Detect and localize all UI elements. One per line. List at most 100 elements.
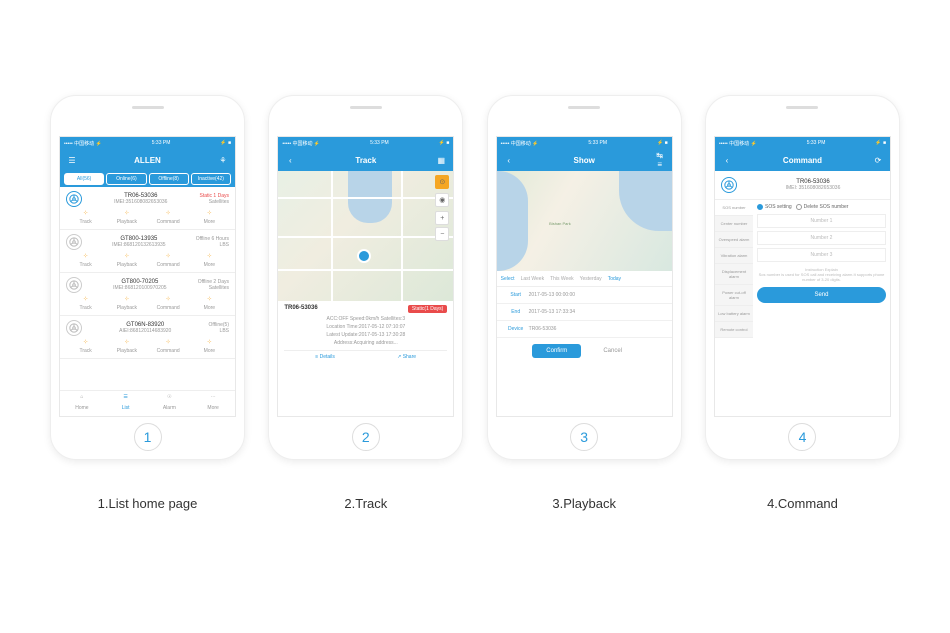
home-button[interactable]: 2 — [352, 423, 380, 451]
steering-wheel-icon — [66, 234, 82, 250]
radio-delete-sos[interactable]: Delete SOS number — [796, 204, 849, 210]
nav-title: Show — [573, 156, 594, 165]
share-button[interactable]: ↗ Share — [366, 354, 448, 360]
side-item[interactable]: Vibration alarm — [715, 248, 753, 264]
back-icon[interactable]: ‹ — [284, 154, 296, 166]
screen-2: ••••• 中国移动 ⚡5:33 PM⚡ ■ ‹ Track ▦ ⊙ ◉ + −… — [277, 136, 454, 417]
action-track[interactable]: ⊹Track — [66, 253, 105, 268]
input-number-2[interactable]: Number 2 — [757, 231, 886, 245]
bnav-list[interactable]: ☰List — [104, 391, 148, 416]
action-more[interactable]: ⊹More — [190, 253, 229, 268]
device-list: TR06-53036IMEI:351608082653036Static 1 D… — [60, 187, 235, 359]
map-view-icon[interactable]: ◉ — [435, 193, 449, 207]
device-card[interactable]: TR06-53036IMEI:351608082653036Static 1 D… — [60, 187, 235, 230]
layer-icon[interactable]: ▦ — [435, 154, 447, 166]
input-number-1[interactable]: Number 1 — [757, 214, 886, 228]
back-icon[interactable]: ‹ — [503, 154, 515, 166]
radio-row: SOS setting Delete SOS number — [757, 204, 886, 210]
action-icon[interactable]: ↹ ≡ — [654, 154, 666, 166]
seg-today[interactable]: Today — [608, 276, 621, 282]
action-playback[interactable]: ⊹Playback — [107, 253, 146, 268]
action-command[interactable]: ⊹Command — [149, 210, 188, 225]
command-body: SOS numberCenter numberOverspeed alarmVi… — [715, 200, 890, 338]
caption-1: 1.List home page — [50, 496, 245, 511]
tab-inactive[interactable]: Inactive(42) — [191, 173, 231, 185]
device-card[interactable]: GT06N-83920AIEI:868120114683920Offline(5… — [60, 316, 235, 359]
nav-bar: ‹ Command ⟳ — [715, 149, 890, 171]
device-card[interactable]: GT800-13935IMEI:868120132613935Offline 6… — [60, 230, 235, 273]
device-title: TR06-53036 — [284, 305, 317, 313]
seg-select[interactable]: Select — [501, 276, 515, 282]
action-command[interactable]: ⊹Command — [149, 253, 188, 268]
side-item[interactable]: SOS number — [715, 200, 753, 216]
action-track[interactable]: ⊹Track — [66, 210, 105, 225]
device-card[interactable]: GT800-70205IMEI:868120100970205Offline 2… — [60, 273, 235, 316]
bnav-home[interactable]: ⌂Home — [60, 391, 104, 416]
tab-offline[interactable]: Offline(8) — [149, 173, 189, 185]
bnav-alarm[interactable]: ☉Alarm — [148, 391, 192, 416]
bnav-more[interactable]: ⋯More — [191, 391, 235, 416]
screen-1: ••••• 中国移动 ⚡5:33 PM⚡ ■ ☰ ALLEN ⚘ All(56)… — [59, 136, 236, 417]
map-zoom-in[interactable]: + — [435, 211, 449, 225]
steering-wheel-icon — [721, 177, 737, 193]
home-button[interactable]: 4 — [788, 423, 816, 451]
action-command[interactable]: ⊹Command — [149, 339, 188, 354]
map-zoom-out[interactable]: − — [435, 227, 449, 241]
home-button[interactable]: 1 — [134, 423, 162, 451]
map-marker[interactable] — [357, 249, 371, 263]
tab-online[interactable]: Online(6) — [106, 173, 146, 185]
info-address: Address:Acquiring address... — [284, 340, 447, 346]
side-item[interactable]: Low battery alarm — [715, 306, 753, 322]
action-more[interactable]: ⊹More — [190, 210, 229, 225]
phone-4: ••••• 中国移动 ⚡5:33 PM⚡ ■ ‹ Command ⟳ TR06-… — [705, 95, 900, 460]
send-button[interactable]: Send — [757, 287, 886, 303]
details-button[interactable]: ≡ Details — [284, 354, 366, 360]
side-item[interactable]: Center number — [715, 216, 753, 232]
phones-row: ••••• 中国移动 ⚡5:33 PM⚡ ■ ☰ ALLEN ⚘ All(56)… — [0, 95, 950, 511]
status-badge: Static(1 Days) — [408, 305, 447, 313]
history-icon[interactable]: ⟳ — [872, 154, 884, 166]
row-end[interactable]: End2017-05-13 17:33:34 — [497, 304, 672, 321]
phone-3-wrap: ••••• 中国移动 ⚡5:33 PM⚡ ■ ‹ Show ↹ ≡ Bishan… — [487, 95, 682, 511]
row-start[interactable]: Start2017-05-13 00:00:00 — [497, 287, 672, 304]
side-item[interactable]: Displacement alarm — [715, 264, 753, 285]
command-main: SOS setting Delete SOS number Number 1 N… — [753, 200, 890, 338]
radio-sos-setting[interactable]: SOS setting — [757, 204, 792, 210]
confirm-button[interactable]: Confirm — [532, 344, 581, 358]
segment-row: Select Last Week This Week Yesterday Tod… — [497, 271, 672, 287]
cancel-button[interactable]: Cancel — [589, 344, 636, 358]
group-icon[interactable]: ⚘ — [217, 154, 229, 166]
button-row: Confirm Cancel — [497, 338, 672, 364]
steering-wheel-icon — [66, 320, 82, 336]
screen-4: ••••• 中国移动 ⚡5:33 PM⚡ ■ ‹ Command ⟳ TR06-… — [714, 136, 891, 417]
action-track[interactable]: ⊹Track — [66, 296, 105, 311]
side-item[interactable]: Overspeed alarm — [715, 232, 753, 248]
seg-lastweek[interactable]: Last Week — [521, 276, 545, 282]
status-bar: ••••• 中国移动 ⚡5:33 PM⚡ ■ — [497, 137, 672, 149]
map[interactable]: Bishan Park — [497, 171, 672, 271]
map-locate-icon[interactable]: ⊙ — [435, 175, 449, 189]
info-loc-time: Location Time:2017-05-12 07:10:07 — [284, 324, 447, 330]
action-playback[interactable]: ⊹Playback — [107, 339, 146, 354]
home-button[interactable]: 3 — [570, 423, 598, 451]
person-icon[interactable]: ☰ — [66, 154, 78, 166]
action-more[interactable]: ⊹More — [190, 339, 229, 354]
tab-all[interactable]: All(56) — [64, 173, 104, 185]
action-more[interactable]: ⊹More — [190, 296, 229, 311]
bottom-nav: ⌂Home ☰List ☉Alarm ⋯More — [60, 390, 235, 416]
action-playback[interactable]: ⊹Playback — [107, 296, 146, 311]
map[interactable]: ⊙ ◉ + − — [278, 171, 453, 301]
hint-text: Instruction ExplainSos number is used fo… — [757, 265, 886, 287]
seg-yesterday[interactable]: Yesterday — [580, 276, 602, 282]
side-item[interactable]: Remote control — [715, 322, 753, 338]
back-icon[interactable]: ‹ — [721, 154, 733, 166]
action-track[interactable]: ⊹Track — [66, 339, 105, 354]
action-playback[interactable]: ⊹Playback — [107, 210, 146, 225]
status-bar: ••••• 中国移动 ⚡5:33 PM⚡ ■ — [60, 137, 235, 149]
nav-bar: ☰ ALLEN ⚘ — [60, 149, 235, 171]
action-command[interactable]: ⊹Command — [149, 296, 188, 311]
input-number-3[interactable]: Number 3 — [757, 248, 886, 262]
seg-thisweek[interactable]: This Week — [550, 276, 574, 282]
row-device[interactable]: DeviceTR06-53036 — [497, 321, 672, 338]
side-item[interactable]: Power cut-off alarm — [715, 285, 753, 306]
